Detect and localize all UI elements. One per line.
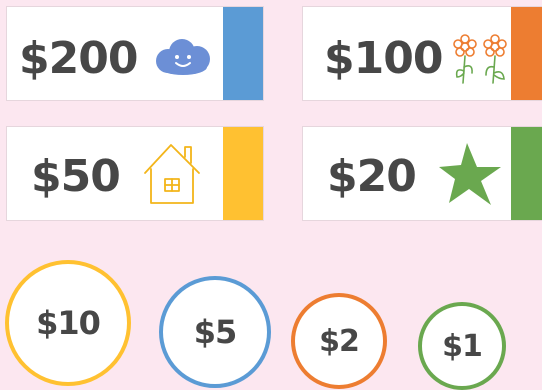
bill-100-stripe xyxy=(511,7,542,100)
bill-200: $200 xyxy=(6,6,264,101)
star-icon xyxy=(439,143,501,205)
bill-100: $100 xyxy=(302,6,542,101)
bill-200-stripe xyxy=(223,7,263,100)
coin-2-amount: $2 xyxy=(319,323,360,359)
bill-20-stripe xyxy=(511,127,542,220)
coin-2: $2 xyxy=(291,293,387,389)
bill-50-stripe xyxy=(223,127,263,220)
bill-20-amount: $20 xyxy=(327,151,417,202)
coin-1: $1 xyxy=(418,302,506,390)
bill-100-amount: $100 xyxy=(324,33,443,84)
bill-20: $20 xyxy=(302,126,542,221)
flowers-icon xyxy=(453,34,507,84)
house-icon xyxy=(144,144,200,204)
coin-5: $5 xyxy=(159,276,271,388)
cloud-icon xyxy=(156,39,210,75)
coin-10-amount: $10 xyxy=(36,304,101,342)
coin-5-amount: $5 xyxy=(193,313,238,351)
coin-1-amount: $1 xyxy=(442,328,483,364)
coin-10: $10 xyxy=(5,260,131,386)
bill-50-amount: $50 xyxy=(31,151,121,202)
bill-200-amount: $200 xyxy=(19,33,138,84)
bill-50: $50 xyxy=(6,126,264,221)
